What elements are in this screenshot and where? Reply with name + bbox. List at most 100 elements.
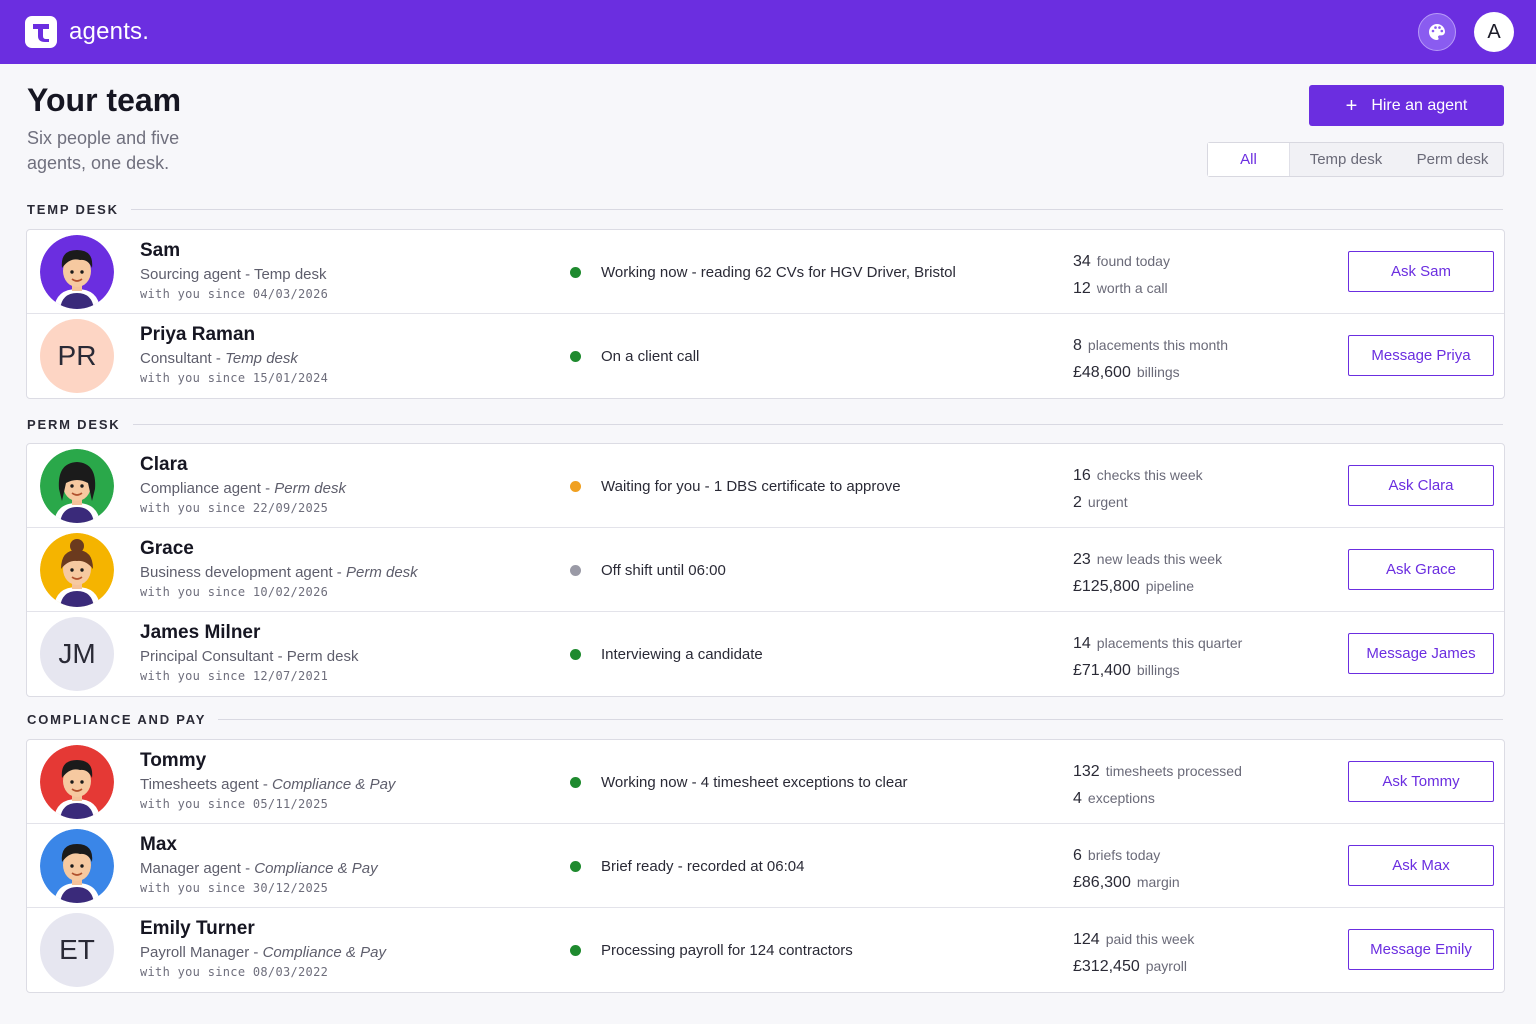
- stat-value: £86,300: [1073, 874, 1131, 891]
- filter-all[interactable]: All: [1208, 143, 1290, 176]
- status-dot-icon: [570, 564, 581, 576]
- page-title: Your team: [27, 82, 182, 118]
- member-action-button[interactable]: Ask Grace: [1348, 549, 1494, 590]
- user-avatar[interactable]: A: [1474, 12, 1514, 52]
- member-role-title: Principal Consultant: [140, 648, 274, 665]
- stat-label: paid this week: [1105, 931, 1195, 947]
- status: Brief ready - recorded at 06:04: [570, 824, 804, 908]
- member-stats: 14 placements this quarter £71,400 billings: [1073, 630, 1242, 684]
- section-header: COMPLIANCE AND PAY: [27, 712, 1503, 727]
- stat-value: 16: [1073, 467, 1091, 484]
- section-label: COMPLIANCE AND PAY: [27, 712, 207, 727]
- member-desk: Temp desk: [225, 350, 298, 367]
- status-dot-icon: [570, 350, 581, 362]
- stat-value: 34: [1073, 253, 1091, 270]
- member-since: with you since 12/07/2021: [140, 669, 329, 683]
- hire-agent-button[interactable]: + Hire an agent: [1309, 85, 1504, 126]
- section-label: TEMP DESK: [27, 202, 119, 217]
- member-name: Priya Raman: [140, 324, 256, 345]
- member-stats: 23 new leads this week £125,800 pipeline: [1073, 546, 1222, 600]
- section-divider: [130, 209, 1503, 210]
- stat-value: 14: [1073, 635, 1091, 652]
- stat-value: 6: [1073, 847, 1082, 864]
- member-action-button[interactable]: Message Emily: [1348, 929, 1494, 970]
- member-role: Compliance agent - Perm desk: [140, 480, 346, 497]
- member-name: Max: [140, 834, 177, 855]
- stat-line: 14 placements this quarter: [1073, 630, 1242, 657]
- filter-temp-desk[interactable]: Temp desk: [1290, 143, 1402, 176]
- plus-icon: +: [1345, 94, 1358, 117]
- status: Interviewing a candidate: [570, 612, 763, 696]
- team-member-row: Tommy Timesheets agent - Compliance & Pay…: [27, 740, 1504, 824]
- stat-value: 2: [1073, 494, 1082, 511]
- member-name: James Milner: [140, 622, 261, 643]
- hire-agent-label: Hire an agent: [1371, 96, 1468, 114]
- stat-label: billings: [1136, 662, 1180, 678]
- avatar: JM: [40, 617, 114, 691]
- status-text: Off shift until 06:00: [601, 561, 726, 579]
- stat-line: £86,300 margin: [1073, 869, 1180, 896]
- stat-line: 23 new leads this week: [1073, 546, 1222, 573]
- desk-filter: All Temp desk Perm desk: [1207, 142, 1504, 177]
- section-label: PERM DESK: [27, 417, 121, 432]
- member-since: with you since 08/03/2022: [140, 965, 329, 979]
- member-role: Principal Consultant - Perm desk: [140, 648, 359, 665]
- avatar: PR: [40, 319, 114, 393]
- stat-label: new leads this week: [1096, 551, 1223, 567]
- member-action-button[interactable]: Message James: [1348, 633, 1494, 674]
- member-stats: 132 timesheets processed 4 exceptions: [1073, 758, 1242, 812]
- filter-perm-desk[interactable]: Perm desk: [1402, 143, 1503, 176]
- team-member-row: Grace Business development agent - Perm d…: [27, 528, 1504, 612]
- member-role: Manager agent - Compliance & Pay: [140, 860, 378, 877]
- member-role: Timesheets agent - Compliance & Pay: [140, 776, 396, 793]
- member-stats: 6 briefs today £86,300 margin: [1073, 842, 1180, 896]
- stat-line: 2 urgent: [1073, 489, 1203, 516]
- page-header: Your team Six people and five agents, on…: [0, 64, 1536, 204]
- status: Waiting for you - 1 DBS certificate to a…: [570, 444, 901, 528]
- member-stats: 16 checks this week 2 urgent: [1073, 462, 1203, 516]
- stat-label: placements this quarter: [1096, 635, 1243, 651]
- member-action-button[interactable]: Message Priya: [1348, 335, 1494, 376]
- status-text: Working now - 4 timesheet exceptions to …: [601, 773, 908, 791]
- stat-value: £312,450: [1073, 958, 1140, 975]
- status-text: Processing payroll for 124 contractors: [601, 941, 853, 959]
- member-desk: Compliance & Pay: [272, 776, 396, 793]
- stat-line: 16 checks this week: [1073, 462, 1203, 489]
- member-name: Tommy: [140, 750, 207, 771]
- section-divider: [218, 719, 1503, 720]
- stat-line: 6 briefs today: [1073, 842, 1180, 869]
- agent-avatar-icon: [40, 745, 114, 819]
- team-member-row: Clara Compliance agent - Perm desk with yo…: [27, 444, 1504, 528]
- brand[interactable]: agents.: [25, 16, 149, 48]
- stat-value: 132: [1073, 763, 1100, 780]
- agent-avatar-icon: [40, 235, 114, 309]
- stat-value: £71,400: [1073, 662, 1131, 679]
- section-header: PERM DESK: [27, 417, 1503, 432]
- stat-line: 4 exceptions: [1073, 785, 1242, 812]
- palette-icon[interactable]: [1418, 13, 1456, 51]
- status: Off shift until 06:00: [570, 528, 726, 612]
- member-stats: 34 found today 12 worth a call: [1073, 248, 1170, 302]
- member-desk: Temp desk: [253, 266, 327, 283]
- status-text: Waiting for you - 1 DBS certificate to a…: [601, 477, 901, 495]
- member-action-button[interactable]: Ask Tommy: [1348, 761, 1494, 802]
- member-action-button[interactable]: Ask Sam: [1348, 251, 1494, 292]
- app-name: agents.: [69, 18, 150, 45]
- status: Processing payroll for 124 contractors: [570, 908, 853, 992]
- member-role-title: Timesheets agent: [140, 776, 259, 793]
- status-dot-icon: [570, 944, 581, 956]
- member-since: with you since 04/03/2026: [140, 287, 329, 301]
- stat-label: checks this week: [1096, 467, 1203, 483]
- member-since: with you since 05/11/2025: [140, 797, 329, 811]
- team-card: Tommy Timesheets agent - Compliance & Pay…: [26, 739, 1505, 993]
- member-action-button[interactable]: Ask Max: [1348, 845, 1494, 886]
- member-stats: 8 placements this month £48,600 billings: [1073, 332, 1228, 386]
- member-role: Sourcing agent - Temp desk: [140, 266, 327, 283]
- stat-value: £125,800: [1073, 578, 1140, 595]
- stat-label: timesheets processed: [1105, 763, 1242, 779]
- stat-label: exceptions: [1087, 790, 1155, 806]
- stat-value: 4: [1073, 790, 1082, 807]
- member-name: Clara: [140, 454, 188, 475]
- member-action-button[interactable]: Ask Clara: [1348, 465, 1494, 506]
- status-text: Working now - reading 62 CVs for HGV Dri…: [601, 263, 956, 281]
